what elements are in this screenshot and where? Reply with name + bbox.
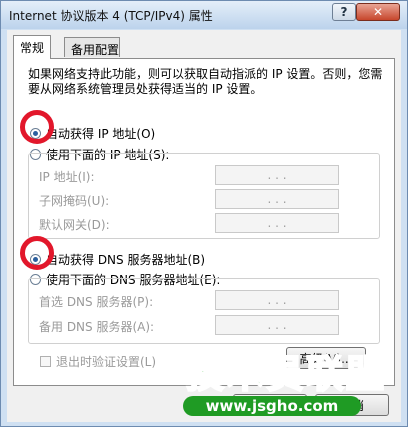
alternate-dns-label: 备用 DNS 服务器(A):	[39, 320, 155, 334]
default-gateway-value: . . .	[267, 216, 287, 230]
auto-ip-radio[interactable]	[30, 128, 41, 139]
preferred-dns-value: . . .	[267, 293, 287, 307]
validate-checkbox[interactable]	[40, 356, 51, 367]
preferred-dns-input[interactable]: . . .	[215, 290, 339, 310]
help-button[interactable]: ?	[332, 3, 356, 21]
general-panel: 如果网络支持此功能，则可以获取自动指派的 IP 设置。否则，您需要从网络系统管理…	[13, 58, 395, 386]
subnet-mask-label: 子网掩码(U):	[39, 194, 110, 208]
ip-address-value: . . .	[267, 168, 287, 182]
ip-address-input[interactable]: . . .	[215, 165, 339, 185]
validate-checkbox-row[interactable]: 退出时验证设置(L)	[40, 353, 156, 370]
close-button[interactable]: ✕	[356, 3, 400, 21]
default-gateway-input[interactable]: . . .	[215, 213, 339, 233]
tab-alternate-config[interactable]: 备用配置	[64, 37, 120, 57]
alternate-dns-value: . . .	[267, 318, 287, 332]
ip-address-label: IP 地址(I):	[39, 170, 95, 184]
window-title: Internet 协议版本 4 (TCP/IPv4) 属性	[9, 9, 213, 23]
title-bar[interactable]: Internet 协议版本 4 (TCP/IPv4) 属性 ? ✕	[1, 1, 407, 29]
preferred-dns-label: 首选 DNS 服务器(P):	[39, 295, 154, 309]
auto-ip-label: 自动获得 IP 地址(O)	[46, 127, 156, 141]
validate-label: 退出时验证设置(L)	[56, 355, 157, 369]
tab-general[interactable]: 常规	[13, 35, 52, 59]
alternate-dns-input[interactable]: . . .	[215, 315, 339, 335]
auto-dns-radio[interactable]	[30, 254, 41, 265]
auto-ip-radio-row[interactable]: 自动获得 IP 地址(O)	[30, 125, 155, 142]
auto-dns-label: 自动获得 DNS 服务器地址(B)	[46, 253, 206, 267]
description-text: 如果网络支持此功能，则可以获取自动指派的 IP 设置。否则，您需要从网络系统管理…	[28, 67, 383, 96]
subnet-mask-input[interactable]: . . .	[215, 189, 339, 209]
watermark-url: www.jsgho.com	[183, 396, 361, 416]
default-gateway-label: 默认网关(D):	[39, 218, 110, 232]
watermark-brand: 技术员联盟	[185, 351, 387, 397]
auto-dns-radio-row[interactable]: 自动获得 DNS 服务器地址(B)	[30, 251, 205, 268]
subnet-mask-value: . . .	[267, 192, 287, 206]
